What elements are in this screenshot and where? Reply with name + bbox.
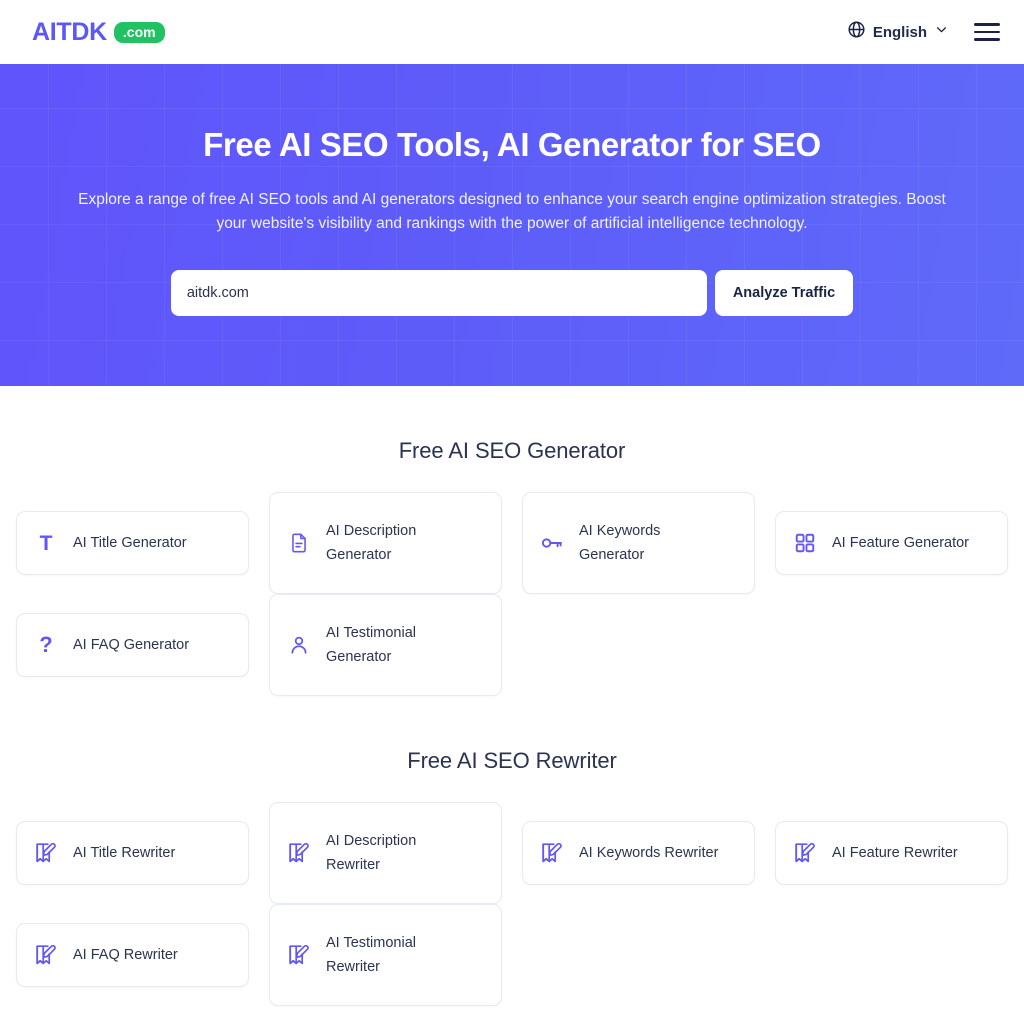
hamburger-bar [974, 23, 1000, 26]
grid-cell: ? AI FAQ Generator [16, 594, 249, 696]
rewriter-card[interactable]: AI Testimonial Rewriter [269, 904, 502, 1006]
header-actions: English [847, 20, 1000, 44]
rewriter-card-label: AI Feature Rewriter [832, 845, 958, 861]
generator-section-title: Free AI SEO Generator [398, 438, 626, 463]
edit-pencil-icon [539, 840, 565, 866]
edit-pencil-icon [33, 942, 59, 968]
grid-cell: AI Keywords Generator [522, 492, 755, 594]
generator-section: Free AI SEO Generator T AI Title Generato… [0, 438, 1024, 696]
rewriter-section: Free AI SEO Rewriter AI Title Rewriter AI… [0, 748, 1024, 1006]
analyze-traffic-button[interactable]: Analyze Traffic [714, 270, 854, 316]
generator-card-label: AI Feature Generator [832, 535, 970, 551]
hamburger-menu-icon[interactable] [974, 23, 1000, 41]
generator-card[interactable]: T AI Title Generator [16, 511, 249, 575]
rewriter-card-label: AI Testimonial Rewriter [326, 935, 416, 975]
grid-cell: AI Title Rewriter [16, 802, 249, 904]
generator-card[interactable]: AI Keywords Generator [522, 492, 755, 594]
generator-card-label: AI Keywords Generator [579, 523, 661, 563]
language-selector[interactable]: English [847, 20, 948, 44]
grid-cell: AI Keywords Rewriter [522, 802, 755, 904]
language-label: English [872, 23, 927, 41]
rewriter-card-label: AI Keywords Rewriter [579, 845, 719, 861]
traffic-analyzer-form: Analyze Traffic [170, 270, 854, 316]
hamburger-bar [974, 30, 1000, 34]
site-logo[interactable]: AITDK .com [32, 18, 165, 47]
document-icon [286, 530, 312, 556]
rewriter-card[interactable]: AI Title Rewriter [16, 821, 249, 885]
page-title: Free AI SEO Tools, AI Generator for SEO [203, 126, 821, 163]
generator-card[interactable]: AI Description Generator [269, 492, 502, 594]
rewriter-card-label: AI FAQ Rewriter [73, 947, 178, 963]
generator-card-label: AI Title Generator [73, 535, 187, 551]
edit-pencil-icon [792, 840, 818, 866]
hero-section: Free AI SEO Tools, AI Generator for SEO … [0, 64, 1024, 386]
grid-cell: AI Feature Generator [775, 492, 1008, 594]
grid-cell: AI Feature Rewriter [775, 802, 1008, 904]
generator-card-grid: T AI Title Generator AI Description Genera… [16, 492, 1008, 696]
grid-cell: AI FAQ Rewriter [16, 904, 249, 1006]
logo-domain-badge: .com [113, 21, 165, 43]
generator-card-label: AI Description Generator [326, 523, 417, 563]
grid-cell: T AI Title Generator [16, 492, 249, 594]
site-header: AITDK .com English [0, 0, 1024, 64]
globe-icon [847, 20, 866, 44]
edit-pencil-icon [33, 840, 59, 866]
person-icon [286, 632, 312, 658]
rewriter-card[interactable]: AI Feature Rewriter [775, 821, 1008, 885]
rewriter-section-title: Free AI SEO Rewriter [407, 748, 617, 773]
grid-cell: AI Testimonial Generator [269, 594, 502, 696]
edit-pencil-icon [286, 942, 312, 968]
key-icon [539, 530, 565, 556]
grid-cell: AI Description Generator [269, 492, 502, 594]
hamburger-bar [974, 38, 1000, 41]
generator-card-label: AI Testimonial Generator [326, 625, 416, 665]
rewriter-card-label: AI Title Rewriter [73, 845, 176, 861]
rewriter-card[interactable]: AI Description Rewriter [269, 802, 502, 904]
generator-card[interactable]: ? AI FAQ Generator [16, 613, 249, 677]
text-t-icon: T [39, 531, 53, 555]
question-mark-icon: ? [39, 632, 53, 657]
grid-cell: AI Testimonial Rewriter [269, 904, 502, 1006]
edit-pencil-icon [286, 840, 312, 866]
rewriter-card[interactable]: AI Keywords Rewriter [522, 821, 755, 885]
rewriter-card[interactable]: AI FAQ Rewriter [16, 923, 249, 987]
grid-squares-icon [792, 530, 818, 556]
generator-card[interactable]: AI Testimonial Generator [269, 594, 502, 696]
chevron-down-icon [935, 23, 948, 41]
domain-input[interactable] [170, 270, 707, 316]
grid-cell: AI Description Rewriter [269, 802, 502, 904]
rewriter-card-label: AI Description Rewriter [326, 833, 417, 873]
rewriter-card-grid: AI Title Rewriter AI Description Rewriter… [16, 802, 1008, 1006]
logo-wordmark: AITDK [32, 17, 107, 46]
hero-subtitle: Explore a range of free AI SEO tools and… [78, 191, 946, 232]
generator-card[interactable]: AI Feature Generator [775, 511, 1008, 575]
generator-card-label: AI FAQ Generator [73, 637, 190, 653]
